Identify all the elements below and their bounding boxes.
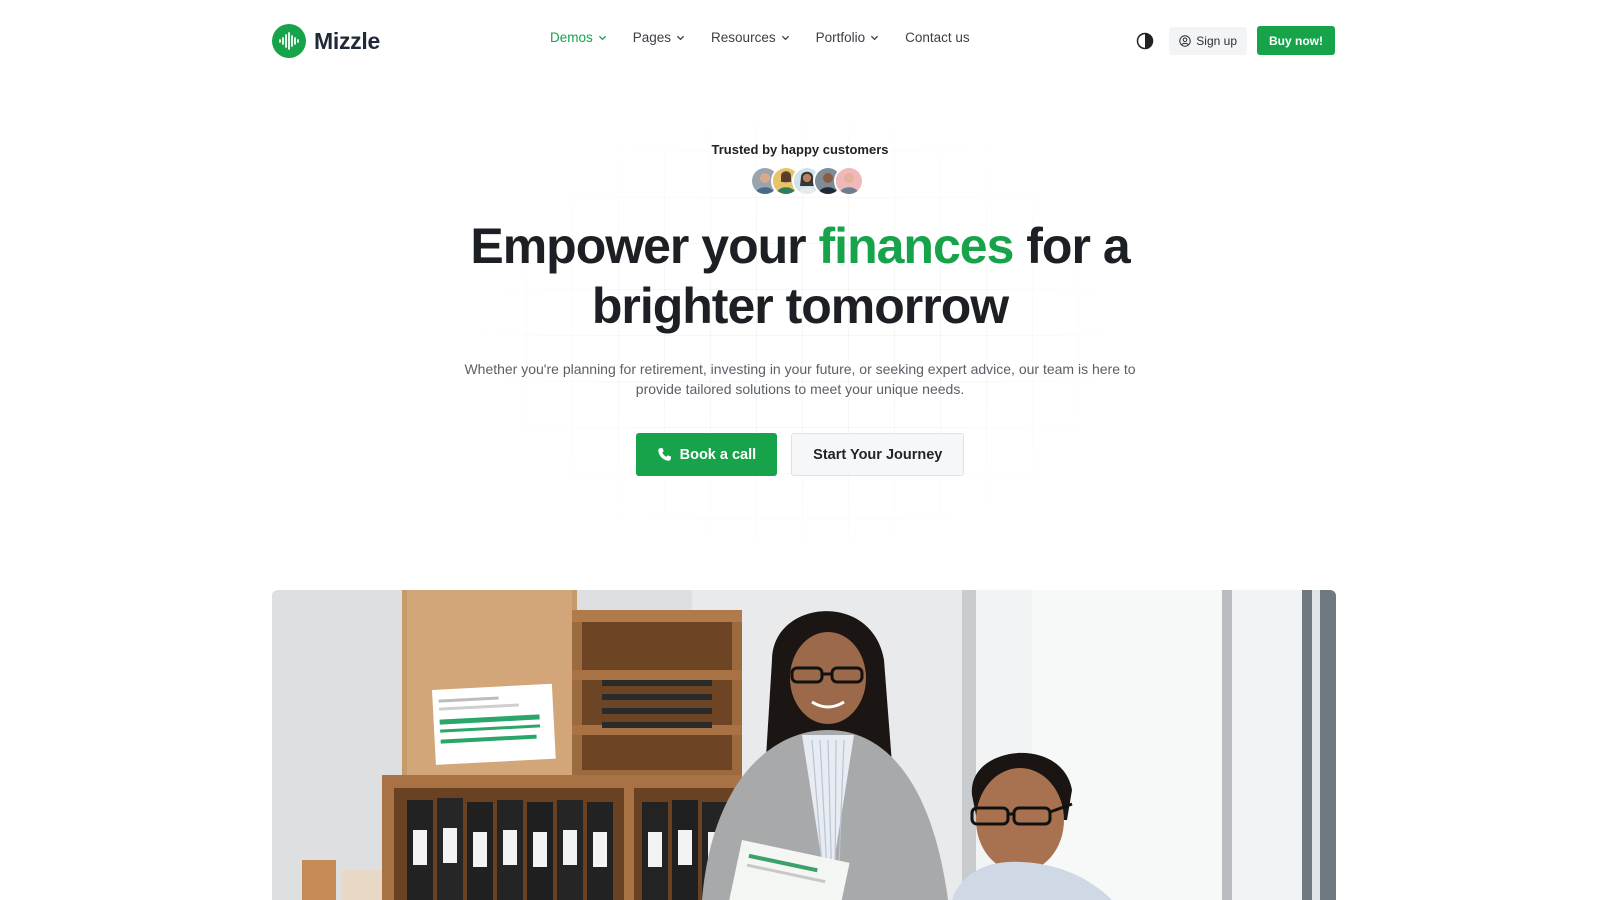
theme-toggle-button[interactable] <box>1131 27 1159 55</box>
buy-now-button[interactable]: Buy now! <box>1257 26 1335 55</box>
start-your-journey-button[interactable]: Start Your Journey <box>791 433 965 476</box>
header-actions: Sign up Buy now! <box>1131 26 1335 55</box>
hero-headline: Empower your finances for a brighter tom… <box>0 216 1600 336</box>
user-circle-icon <box>1179 34 1191 47</box>
nav-item-label: Pages <box>632 30 672 45</box>
nav-item-label: Demos <box>550 30 593 45</box>
nav-item-label: Resources <box>711 30 776 45</box>
brand-logo[interactable]: Mizzle <box>272 24 380 58</box>
chevron-down-icon <box>598 35 606 41</box>
sign-up-label: Sign up <box>1196 33 1237 48</box>
main-nav: Demos Pages Resources Portfolio Contact … <box>550 30 970 45</box>
chevron-down-icon <box>676 35 685 41</box>
waveform-icon <box>272 24 306 58</box>
avatar <box>834 166 864 196</box>
book-a-call-button[interactable]: Book a call <box>635 433 778 476</box>
trusted-label: Trusted by happy customers <box>711 142 889 157</box>
half-circle-contrast-icon <box>1137 32 1154 49</box>
nav-item-resources[interactable]: Resources <box>711 30 790 45</box>
site-header: Mizzle Demos Pages Resources Portfolio C… <box>0 0 1600 82</box>
chevron-down-icon <box>781 35 789 41</box>
nav-item-demos[interactable]: Demos <box>550 30 607 45</box>
customer-avatars <box>750 166 864 196</box>
hero-cta-row: Book a call Start Your Journey <box>0 433 1600 476</box>
headline-part-2: for a <box>1013 218 1130 274</box>
office-team-photo <box>272 590 1336 900</box>
nav-item-contact[interactable]: Contact us <box>905 30 970 45</box>
phone-icon <box>657 447 671 461</box>
book-a-call-label: Book a call <box>679 446 757 463</box>
nav-item-pages[interactable]: Pages <box>633 30 685 45</box>
nav-item-label: Portfolio <box>815 30 866 45</box>
chevron-down-icon <box>871 35 879 41</box>
headline-line-2: brighter tomorrow <box>591 278 1009 334</box>
hero-subtext: Whether you're planning for retirement, … <box>464 361 1136 397</box>
nav-item-portfolio[interactable]: Portfolio <box>816 30 880 45</box>
headline-accent-word: finances <box>818 218 1015 274</box>
nav-item-label: Contact us <box>905 30 970 45</box>
hero-office-image <box>272 590 1336 900</box>
sign-up-button[interactable]: Sign up <box>1169 26 1247 55</box>
brand-name: Mizzle <box>314 27 380 54</box>
headline-part-1: Empower your <box>470 218 819 274</box>
